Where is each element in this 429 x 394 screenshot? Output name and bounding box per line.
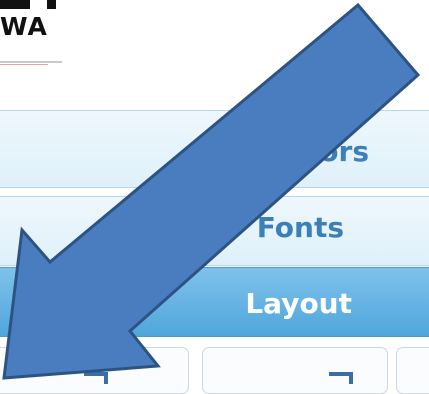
arrow-shape bbox=[2, 2, 421, 380]
arrow-down-left-icon bbox=[2, 2, 421, 380]
